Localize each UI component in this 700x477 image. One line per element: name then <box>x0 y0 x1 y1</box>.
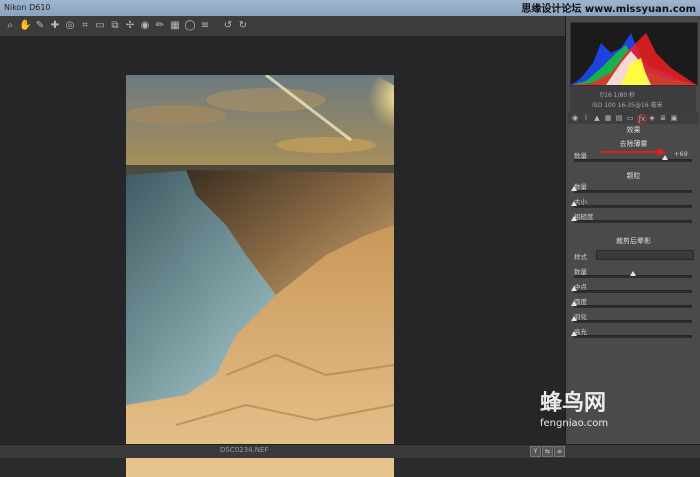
toolbar: ⌕ ✋ ✎ ✚ ◎ ⌗ ▭ ⧉ ✢ ◉ ✏ ▦ ◯ ≡ ↺ ↻ <box>0 16 565 37</box>
vignette-slider-thumb[interactable] <box>571 316 577 321</box>
title-bar: Nikon D610 思缘设计论坛 www.missyuan.com <box>0 0 700 16</box>
spot-removal-icon[interactable]: ✢ <box>124 20 136 32</box>
section-title: 效果 <box>626 126 641 134</box>
vignette-style-dropdown[interactable] <box>596 250 694 260</box>
grain-slider-track[interactable] <box>574 220 692 223</box>
grain-slider-thumb[interactable] <box>571 216 577 221</box>
vignette-slider-thumb[interactable] <box>571 286 577 291</box>
status-bar: DSC0234.NEF Y ⇆ ≡ <box>0 444 700 458</box>
histogram <box>570 22 698 86</box>
vignette-slider-track[interactable] <box>574 335 692 338</box>
photo-preview <box>126 75 394 477</box>
exif-iso-lens: ISO 100 16-35@16 毫米 <box>592 102 663 109</box>
vignette-slider-track[interactable] <box>574 290 692 293</box>
tab-presets-icon[interactable]: ≣ <box>659 114 667 122</box>
window-title: Nikon D610 <box>4 3 51 12</box>
dehaze-amount-value: +69 <box>674 150 688 158</box>
hand-icon[interactable]: ✋ <box>19 20 31 32</box>
grain-group-label: 颗粒 <box>626 172 641 180</box>
exif-aperture-shutter: f/16 1/80 秒 <box>600 92 636 99</box>
prefs-icon[interactable]: ≡ <box>199 20 211 32</box>
red-eye-icon[interactable]: ◉ <box>139 20 151 32</box>
panel-tab-bar: ◉ ⌇ ▲ ▦ ▤ ▭ ƒx ◈ ≣ ▣ <box>568 112 699 124</box>
image-canvas[interactable] <box>0 37 565 477</box>
grain-slider-thumb[interactable] <box>571 201 577 206</box>
tab-tone-curve-icon[interactable]: ⌇ <box>582 114 590 122</box>
dehaze-thumb[interactable] <box>662 155 668 160</box>
brush-icon[interactable]: ✏ <box>154 20 166 32</box>
crop-icon[interactable]: ⌗ <box>79 20 91 32</box>
radial-filter-icon[interactable]: ◯ <box>184 20 196 32</box>
logo-subtext: fengniao.com <box>540 418 609 429</box>
white-balance-icon[interactable]: ✎ <box>34 20 46 32</box>
rotate-cw-icon[interactable]: ↻ <box>237 20 249 32</box>
vignette-slider-track[interactable] <box>574 305 692 308</box>
exif-info: f/16 1/80 秒 ISO 100 16-35@16 毫米 <box>570 86 696 112</box>
rotate-ccw-icon[interactable]: ↺ <box>222 20 234 32</box>
adjustment-panel: f/16 1/80 秒 ISO 100 16-35@16 毫米 ◉ ⌇ ▲ ▦ ▤ ▭ ƒx… <box>565 16 700 444</box>
annotation-arrow <box>601 148 667 156</box>
vignette-style-label: 样式 <box>574 253 587 261</box>
tab-snapshots-icon[interactable]: ▣ <box>670 114 678 122</box>
grain-slider-track[interactable] <box>574 190 692 193</box>
tab-lens-icon[interactable]: ▭ <box>626 114 634 122</box>
tab-split-toning-icon[interactable]: ▤ <box>615 114 623 122</box>
tab-hsl-icon[interactable]: ▦ <box>604 114 612 122</box>
vignette-slider-thumb[interactable] <box>571 301 577 306</box>
zoom-icon[interactable]: ⌕ <box>4 20 16 32</box>
tab-detail-icon[interactable]: ▲ <box>593 114 601 122</box>
grain-slider-track[interactable] <box>574 205 692 208</box>
vignette-group-label: 裁剪后晕影 <box>616 237 651 245</box>
before-after-icon[interactable]: ⇆ <box>542 446 553 457</box>
logo-text: 蜂鸟网 <box>540 391 607 416</box>
tab-basic-icon[interactable]: ◉ <box>571 114 579 122</box>
settings-icon[interactable]: ≡ <box>554 446 565 457</box>
vignette-slider-thumb[interactable] <box>630 271 636 276</box>
filename-label: DSC0234.NEF <box>220 446 269 454</box>
dehaze-track[interactable] <box>574 159 692 162</box>
graduated-filter-icon[interactable]: ▦ <box>169 20 181 32</box>
grain-slider-thumb[interactable] <box>571 186 577 191</box>
tab-camera-cal-icon[interactable]: ◈ <box>648 114 656 122</box>
vignette-slider-thumb[interactable] <box>571 331 577 336</box>
tab-effects-icon[interactable]: ƒx <box>637 114 647 124</box>
target-adjust-icon[interactable]: ◎ <box>64 20 76 32</box>
color-sampler-icon[interactable]: ✚ <box>49 20 61 32</box>
vignette-slider-track[interactable] <box>574 320 692 323</box>
transform-icon[interactable]: ⧉ <box>109 20 121 32</box>
straighten-icon[interactable]: ▭ <box>94 20 106 32</box>
compare-view-icon[interactable]: Y <box>530 446 541 457</box>
